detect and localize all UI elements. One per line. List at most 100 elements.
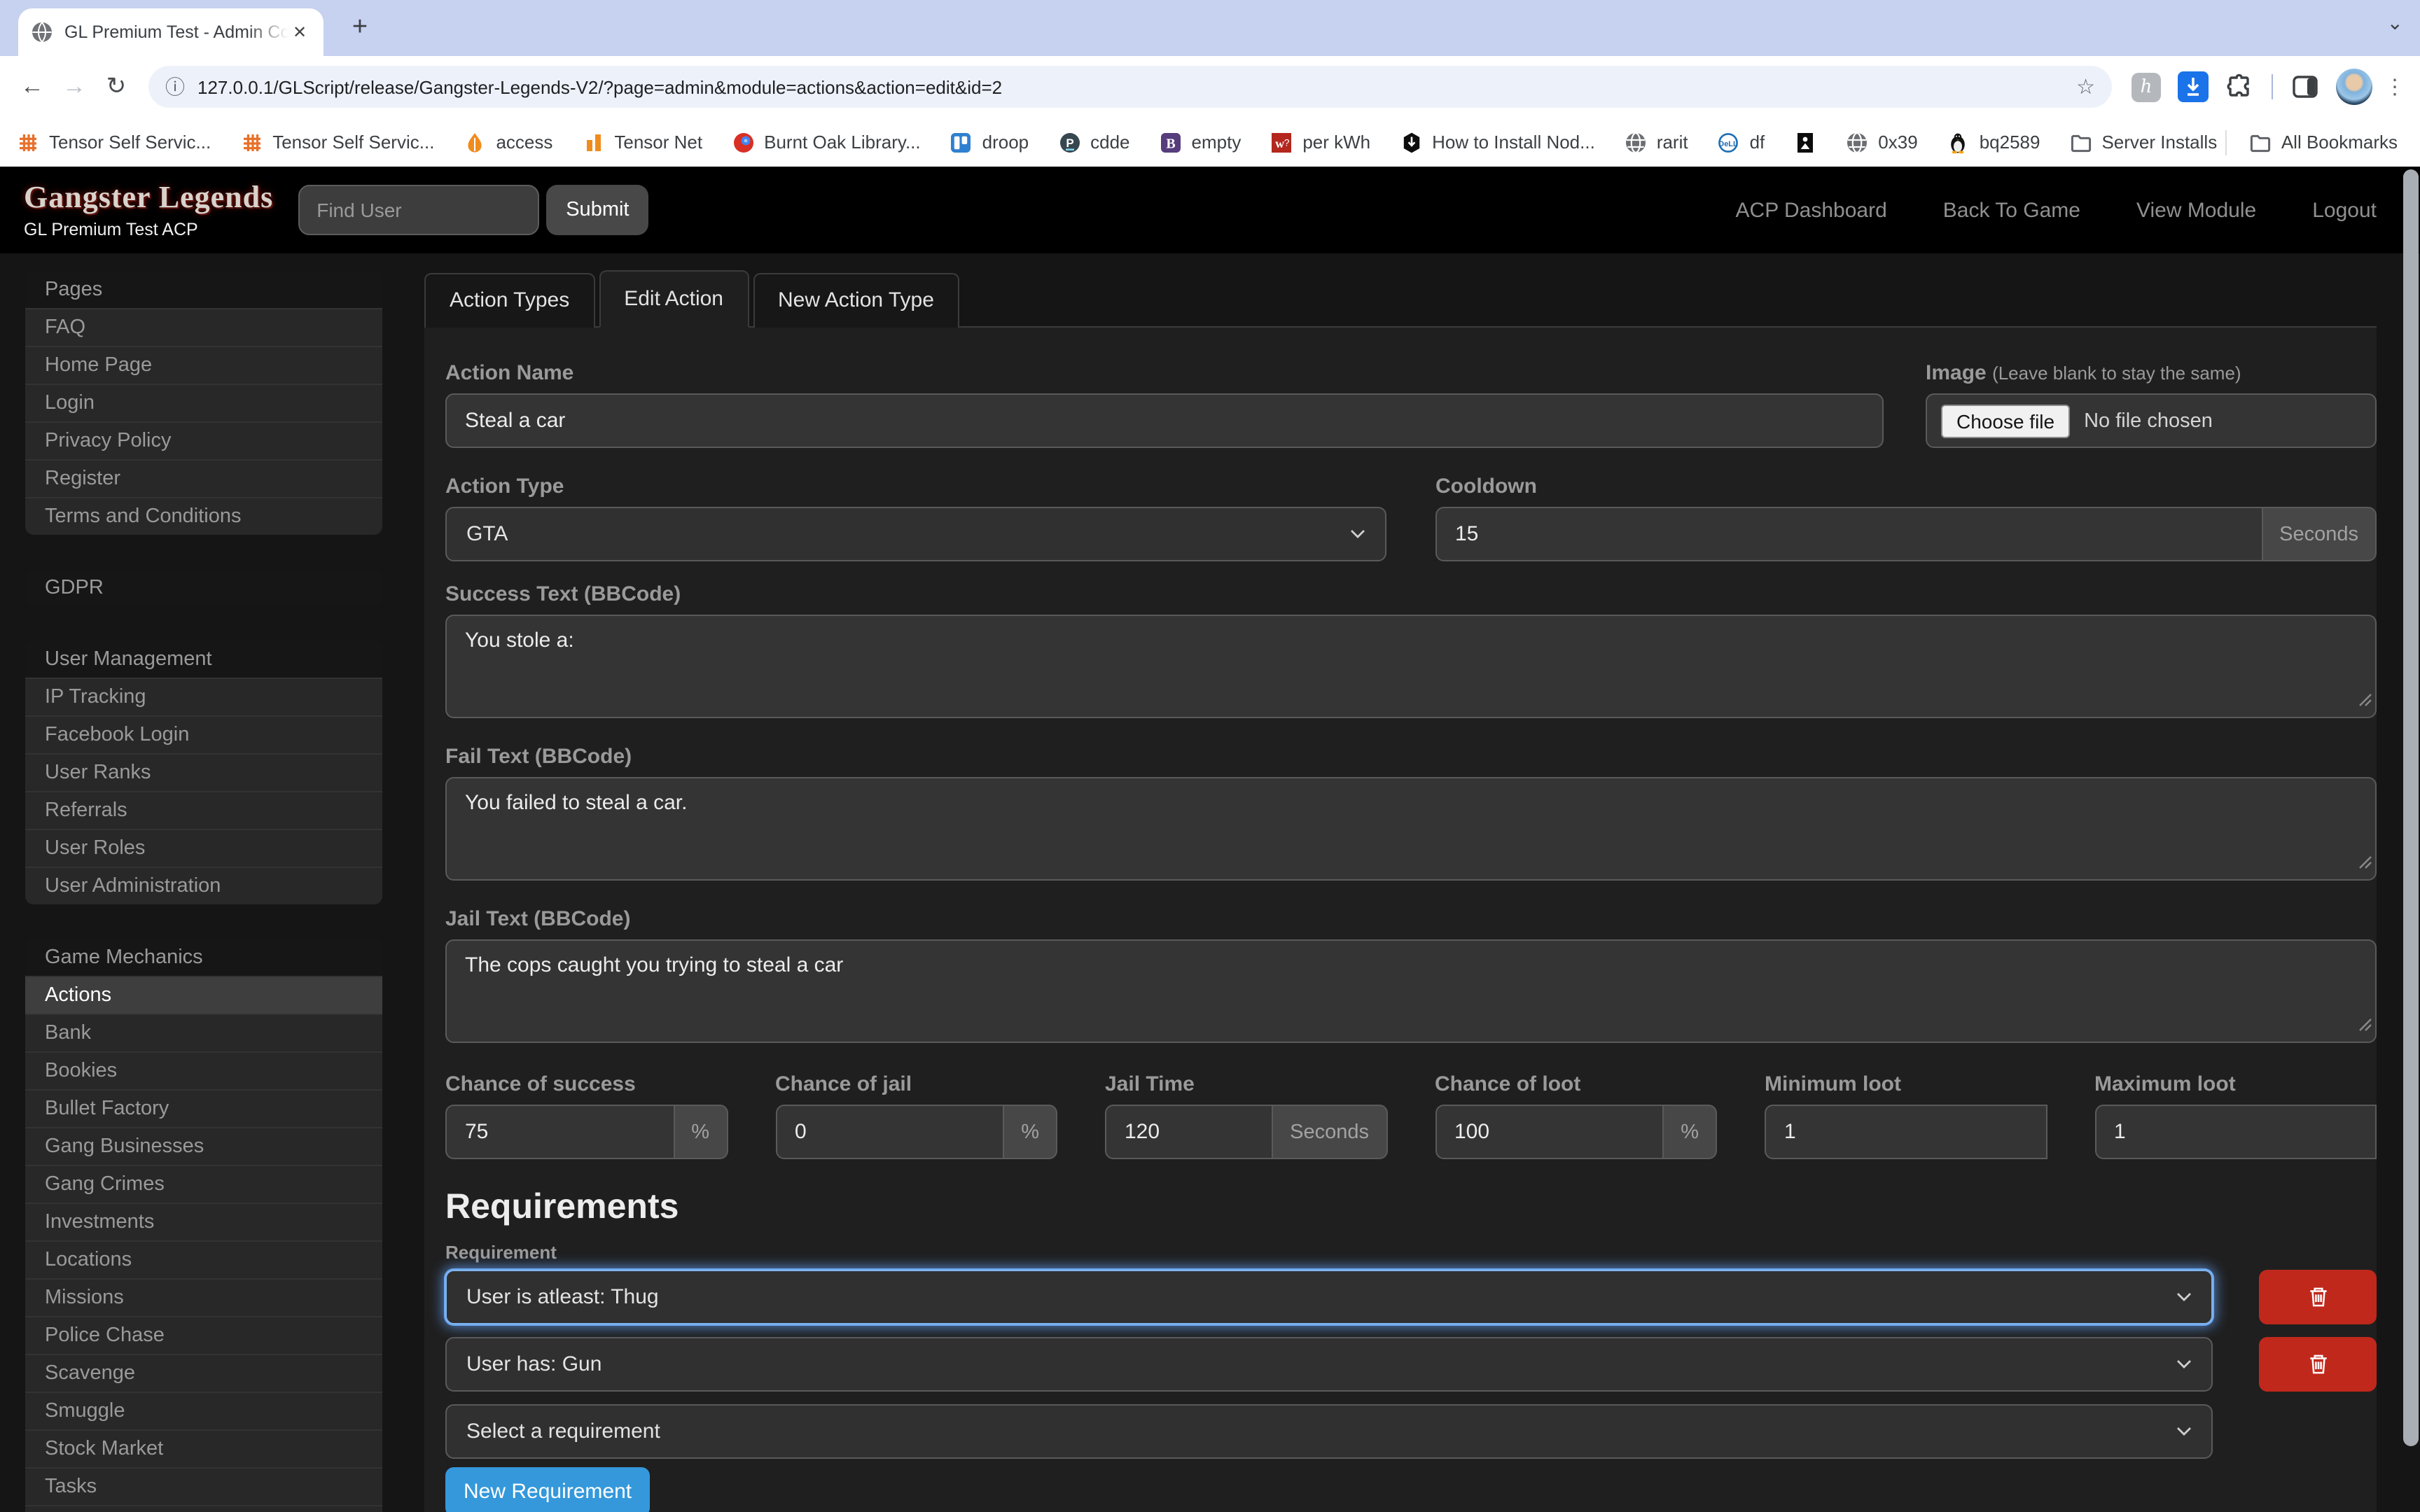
success-text-area[interactable]: You stole a:	[445, 615, 2377, 718]
new-tab-icon[interactable]: +	[345, 13, 375, 43]
chance-of-success-input[interactable]	[445, 1105, 674, 1159]
requirement-select-2[interactable]: User has: Gun	[445, 1337, 2213, 1392]
nav-acp-dashboard[interactable]: ACP Dashboard	[1736, 198, 1887, 222]
globe-icon	[1846, 131, 1868, 153]
stat-maximum-loot: Maximum loot	[2094, 1074, 2377, 1159]
all-bookmarks-button[interactable]: All Bookmarks	[2249, 131, 2398, 153]
sidebar-item-privacy-policy[interactable]: Privacy Policy	[25, 421, 382, 459]
find-user-input[interactable]	[298, 185, 539, 235]
sidebar-item-faq[interactable]: FAQ	[25, 308, 382, 346]
jail-text-area[interactable]: The cops caught you trying to steal a ca…	[445, 939, 2377, 1043]
cooldown-input[interactable]	[1435, 507, 2262, 561]
delete-requirement-button[interactable]	[2259, 1270, 2377, 1324]
sidebar-item-gang-crimes[interactable]: Gang Crimes	[25, 1165, 382, 1203]
requirement-select-1[interactable]: User is atleast: Thug	[445, 1270, 2213, 1324]
bookmark-tensor-net[interactable]: Tensor Net	[582, 131, 702, 153]
reload-icon[interactable]: ↻	[95, 66, 137, 108]
sidebar-item-bookies[interactable]: Bookies	[25, 1051, 382, 1089]
sidebar: PagesFAQHome PageLoginPrivacy PolicyRegi…	[25, 272, 382, 1512]
chance-of-loot-input[interactable]	[1435, 1105, 1664, 1159]
bookmark-server-installs[interactable]: Server Installs	[2069, 131, 2217, 153]
sidebar-item-home-page[interactable]: Home Page	[25, 346, 382, 384]
sidebar-item-login[interactable]: Login	[25, 384, 382, 421]
back-icon[interactable]: ←	[11, 66, 53, 108]
bookmark-tensor-self-servic[interactable]: Tensor Self Servic...	[240, 131, 434, 153]
extension-h-icon[interactable]: h	[2132, 72, 2161, 102]
bookmark-per-kwh[interactable]: w?per kWh	[1270, 131, 1370, 153]
choose-file-button[interactable]: Choose file	[1941, 404, 2070, 438]
all-bookmarks-label: All Bookmarks	[2281, 132, 2398, 153]
sidebar-item-smuggle[interactable]: Smuggle	[25, 1392, 382, 1429]
sidebar-item-actions[interactable]: Actions	[25, 976, 382, 1014]
jail-time-input[interactable]	[1105, 1105, 1273, 1159]
bookmark-star-icon[interactable]: ☆	[2076, 74, 2095, 99]
info-icon[interactable]: ⓘ	[165, 73, 185, 101]
bookmark-item[interactable]	[1794, 131, 1816, 153]
sidebar-item-missions[interactable]: Missions	[25, 1278, 382, 1316]
action-name-input[interactable]	[445, 393, 1884, 448]
sidebar-item-facebook-login[interactable]: Facebook Login	[25, 715, 382, 753]
bookmark-0x39[interactable]: 0x39	[1846, 131, 1917, 153]
nav-logout[interactable]: Logout	[2312, 198, 2377, 222]
sidebar-item-user-administration[interactable]: User Administration	[25, 867, 382, 904]
chevron-down-icon	[2176, 1359, 2192, 1369]
find-user-submit-button[interactable]: Submit	[546, 185, 648, 235]
requirement-select-3[interactable]: Select a requirement	[445, 1404, 2213, 1459]
sidebar-item-referrals[interactable]: Referrals	[25, 791, 382, 829]
browser-tab[interactable]: GL Premium Test - Admin Con ✕	[18, 8, 324, 56]
sidebar-item-user-ranks[interactable]: User Ranks	[25, 753, 382, 791]
tab-edit-action[interactable]: Edit Action	[599, 270, 749, 328]
image-file-input[interactable]: Choose file No file chosen	[1926, 393, 2377, 448]
minimum-loot-label: Minimum loot	[1765, 1074, 2047, 1096]
sidebar-item-scavenge[interactable]: Scavenge	[25, 1354, 382, 1392]
chevron-down-icon[interactable]: ⌄	[2387, 11, 2403, 35]
address-bar[interactable]: ⓘ 127.0.0.1/GLScript/release/Gangster-Le…	[148, 66, 2112, 108]
sidebar-item-user-roles[interactable]: User Roles	[25, 829, 382, 867]
bookmark-cdde[interactable]: Pcdde	[1058, 131, 1129, 153]
sidebar-item-bank[interactable]: Bank	[25, 1014, 382, 1051]
sidebar-item-gang-businesses[interactable]: Gang Businesses	[25, 1127, 382, 1165]
sidebar-item-investments[interactable]: Investments	[25, 1203, 382, 1240]
sidebar-item-terms-and-conditions[interactable]: Terms and Conditions	[25, 497, 382, 535]
maximum-loot-input[interactable]	[2094, 1105, 2377, 1159]
bookmark-df[interactable]: DeLLdf	[1718, 131, 1765, 153]
download-icon[interactable]	[2178, 71, 2209, 102]
profile-avatar[interactable]	[2336, 69, 2372, 105]
kebab-menu-icon[interactable]: ⋮	[2381, 74, 2409, 99]
tab-new-action-type[interactable]: New Action Type	[753, 273, 959, 328]
sidebar-item-ip-tracking[interactable]: IP Tracking	[25, 678, 382, 715]
sidebar-item-stock-market[interactable]: Stock Market	[25, 1429, 382, 1467]
tab-action-types[interactable]: Action Types	[424, 273, 594, 328]
fail-text-area[interactable]: You failed to steal a car.	[445, 777, 2377, 881]
delete-requirement-button[interactable]	[2259, 1337, 2377, 1392]
close-icon[interactable]: ✕	[288, 21, 311, 43]
bookmark-tensor-self-servic[interactable]: Tensor Self Servic...	[17, 131, 211, 153]
extensions-puzzle-icon[interactable]	[2225, 73, 2253, 101]
forward-icon[interactable]: →	[53, 66, 95, 108]
minimum-loot-input[interactable]	[1765, 1105, 2047, 1159]
new-requirement-button[interactable]: New Requirement	[445, 1467, 650, 1512]
sidebar-item-tasks[interactable]: Tasks	[25, 1467, 382, 1505]
side-panel-icon[interactable]	[2291, 73, 2319, 101]
page-scrollbar[interactable]	[2403, 169, 2419, 1446]
sidebar-item-bullet-factory[interactable]: Bullet Factory	[25, 1089, 382, 1127]
url-text[interactable]: 127.0.0.1/GLScript/release/Gangster-Lege…	[197, 76, 2065, 97]
action-type-select[interactable]: GTA	[445, 507, 1386, 561]
sidebar-item-register[interactable]: Register	[25, 459, 382, 497]
sidebar-item-locations[interactable]: Locations	[25, 1240, 382, 1278]
bookmark-access[interactable]: access	[464, 131, 552, 153]
bookmark-rarit[interactable]: rarit	[1625, 131, 1688, 153]
bookmark-droop[interactable]: droop	[950, 131, 1029, 153]
bookmark-how-to-install-nod[interactable]: How to Install Nod...	[1400, 131, 1595, 153]
sidebar-item-theft[interactable]: Theft	[25, 1505, 382, 1512]
nav-view-module[interactable]: View Module	[2136, 198, 2256, 222]
chance-of-jail-input[interactable]	[775, 1105, 1004, 1159]
chance-of-success-addon: %	[674, 1105, 728, 1159]
bookmark-burnt-oak-library[interactable]: Burnt Oak Library...	[732, 131, 921, 153]
bookmark-bq2589[interactable]: bq2589	[1947, 131, 2040, 153]
chevron-down-icon	[2176, 1427, 2192, 1436]
sidebar-item-police-chase[interactable]: Police Chase	[25, 1316, 382, 1354]
nav-back-to-game[interactable]: Back To Game	[1943, 198, 2080, 222]
fail-text-label: Fail Text (BBCode)	[445, 746, 2377, 769]
bookmark-empty[interactable]: Bempty	[1160, 131, 1242, 153]
